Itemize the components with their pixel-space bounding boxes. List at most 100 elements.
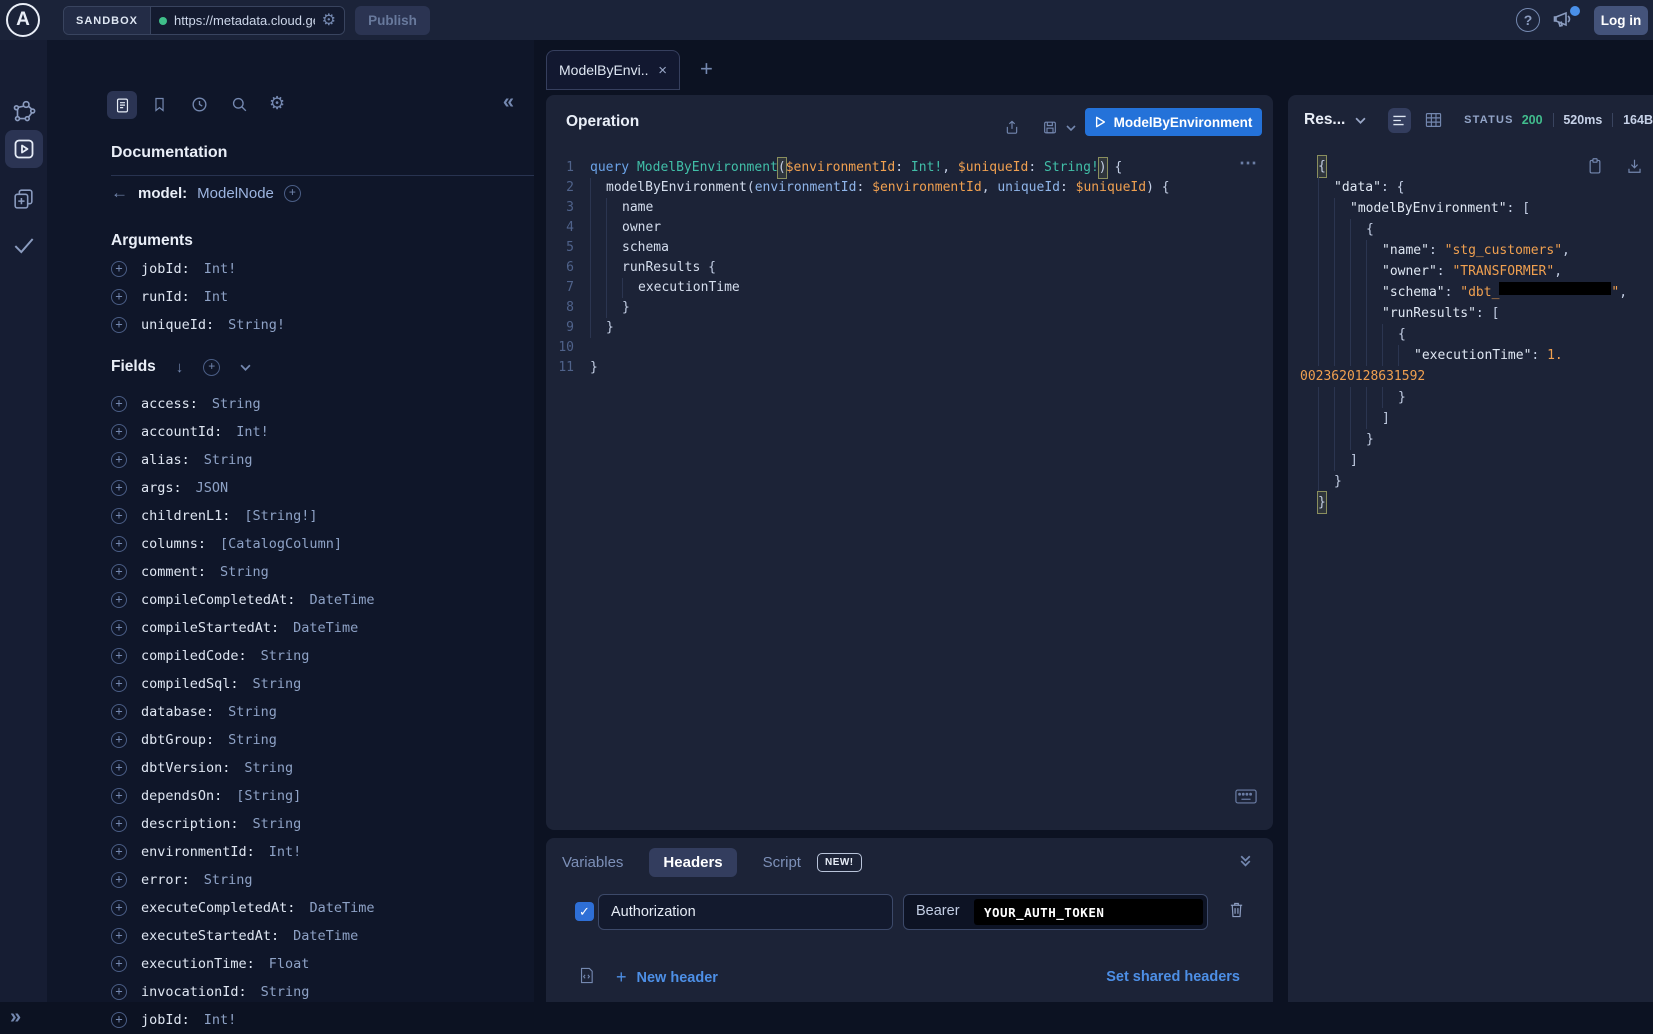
field-type[interactable]: Float [269, 956, 310, 972]
field-type[interactable]: [CatalogColumn] [220, 536, 342, 552]
field-row[interactable]: +error: String [111, 866, 524, 894]
add-to-query-icon[interactable]: + [111, 536, 127, 552]
search-icon[interactable] [230, 95, 249, 114]
field-row[interactable]: +alias: String [111, 446, 524, 474]
add-to-query-icon[interactable]: + [111, 592, 127, 608]
collapse-panel-double-chevron-icon[interactable] [1238, 852, 1253, 868]
add-to-query-icon[interactable]: + [111, 732, 127, 748]
operation-collections-icon[interactable] [0, 186, 47, 211]
field-row[interactable]: +dbtGroup: String [111, 726, 524, 754]
field-type[interactable]: DateTime [309, 900, 374, 916]
graphql-code-editor[interactable]: 1query ModelByEnvironment($environmentId… [546, 158, 1273, 378]
field-type[interactable]: JSON [196, 480, 229, 496]
operation-tab[interactable]: ModelByEnvi... × [546, 50, 680, 90]
field-type[interactable]: DateTime [309, 592, 374, 608]
response-title[interactable]: Res... [1304, 111, 1345, 129]
field-row[interactable]: +executionTime: Float [111, 950, 524, 978]
response-dropdown-chevron-icon[interactable] [1355, 117, 1366, 124]
add-to-query-icon[interactable]: + [111, 788, 127, 804]
add-to-query-icon[interactable]: + [111, 900, 127, 916]
field-type[interactable]: String! [228, 317, 285, 333]
field-type[interactable]: Int [204, 289, 228, 305]
add-to-query-icon[interactable]: + [111, 317, 127, 333]
announcements-megaphone-icon[interactable] [1552, 8, 1580, 32]
field-type[interactable]: String [228, 732, 277, 748]
auth-token-value[interactable]: YOUR_AUTH_TOKEN [974, 899, 1203, 925]
explorer-nav-item-active[interactable] [5, 130, 43, 168]
field-type[interactable]: String [220, 564, 269, 580]
field-type[interactable]: Int! [204, 1012, 237, 1028]
field-row[interactable]: +accountId: Int! [111, 418, 524, 446]
add-to-query-icon[interactable]: + [111, 928, 127, 944]
tab-script[interactable]: Script [763, 854, 801, 871]
field-row[interactable]: +jobId: Int! [111, 1006, 524, 1034]
save-operation-icon[interactable] [1042, 119, 1058, 136]
field-row[interactable]: +childrenL1: [String!] [111, 502, 524, 530]
field-row[interactable]: +comment: String [111, 558, 524, 586]
field-type[interactable]: String [261, 648, 310, 664]
bookmarks-icon[interactable] [151, 95, 168, 114]
apollo-logo-icon[interactable]: A [6, 3, 40, 37]
add-to-query-icon[interactable]: + [111, 396, 127, 412]
field-row[interactable]: +compiledCode: String [111, 642, 524, 670]
field-type[interactable]: String [253, 816, 302, 832]
header-key-input[interactable] [598, 894, 893, 930]
add-to-query-icon[interactable]: + [111, 620, 127, 636]
field-type[interactable]: String [244, 760, 293, 776]
endpoint-url-field[interactable]: https://metadata.cloud.get ⚙ [151, 7, 344, 34]
add-to-query-icon[interactable]: + [111, 844, 127, 860]
field-type[interactable]: DateTime [293, 928, 358, 944]
field-row[interactable]: +executeStartedAt: DateTime [111, 922, 524, 950]
add-to-query-icon[interactable]: + [111, 452, 127, 468]
back-arrow-icon[interactable]: ← [111, 183, 128, 203]
add-to-query-icon[interactable]: + [111, 816, 127, 832]
add-to-query-icon[interactable]: + [111, 760, 127, 776]
field-row[interactable]: +access: String [111, 390, 524, 418]
field-type[interactable]: String [228, 704, 277, 720]
history-icon[interactable] [190, 95, 209, 114]
documentation-tab-active[interactable] [107, 91, 137, 119]
add-to-query-icon[interactable]: + [111, 424, 127, 440]
fields-options-chevron-icon[interactable] [240, 364, 251, 371]
connection-settings-gear-icon[interactable]: ⚙ [322, 13, 336, 29]
add-to-query-icon[interactable]: + [111, 261, 127, 277]
environment-variables-icon[interactable] [578, 966, 595, 985]
field-type[interactable]: String [204, 872, 253, 888]
field-row[interactable]: +dbtVersion: String [111, 754, 524, 782]
sort-fields-icon[interactable]: ↓ [176, 359, 184, 376]
run-operation-button[interactable]: ModelByEnvironment [1085, 108, 1262, 136]
field-type[interactable]: String [261, 984, 310, 1000]
endpoint-url-text[interactable]: https://metadata.cloud.get [174, 13, 315, 28]
tab-variables[interactable]: Variables [562, 854, 623, 871]
field-row[interactable]: +environmentId: Int! [111, 838, 524, 866]
field-type[interactable]: DateTime [293, 620, 358, 636]
add-to-query-icon[interactable]: + [111, 648, 127, 664]
field-row[interactable]: +columns: [CatalogColumn] [111, 530, 524, 558]
add-to-query-icon[interactable]: + [111, 704, 127, 720]
field-row[interactable]: +executeCompletedAt: DateTime [111, 894, 524, 922]
share-operation-icon[interactable] [1004, 119, 1020, 136]
help-icon[interactable]: ? [1516, 8, 1540, 32]
new-tab-button[interactable]: + [700, 56, 713, 82]
field-row[interactable]: +compileCompletedAt: DateTime [111, 586, 524, 614]
field-row[interactable]: +dependsOn: [String] [111, 782, 524, 810]
save-options-chevron-icon[interactable] [1066, 125, 1076, 131]
add-to-query-icon[interactable]: + [111, 984, 127, 1000]
field-type[interactable]: String [253, 676, 302, 692]
publish-button[interactable]: Publish [355, 6, 430, 35]
field-type[interactable]: Int! [236, 424, 269, 440]
add-to-query-icon[interactable]: + [111, 676, 127, 692]
tab-headers[interactable]: Headers [649, 848, 736, 877]
field-type[interactable]: String [212, 396, 261, 412]
header-value-field[interactable]: Bearer YOUR_AUTH_TOKEN [903, 894, 1208, 930]
add-all-fields-icon[interactable]: + [284, 185, 301, 202]
schema-graph-icon[interactable] [0, 98, 47, 124]
add-to-query-icon[interactable]: + [111, 872, 127, 888]
field-row[interactable]: +compileStartedAt: DateTime [111, 614, 524, 642]
login-button[interactable]: Log in [1594, 6, 1648, 35]
field-type[interactable]: Int! [204, 261, 237, 277]
set-shared-headers-link[interactable]: Set shared headers [1106, 969, 1240, 985]
add-to-query-icon[interactable]: + [111, 480, 127, 496]
argument-row[interactable]: +uniqueId: String! [111, 311, 524, 339]
argument-row[interactable]: +runId: Int [111, 283, 524, 311]
